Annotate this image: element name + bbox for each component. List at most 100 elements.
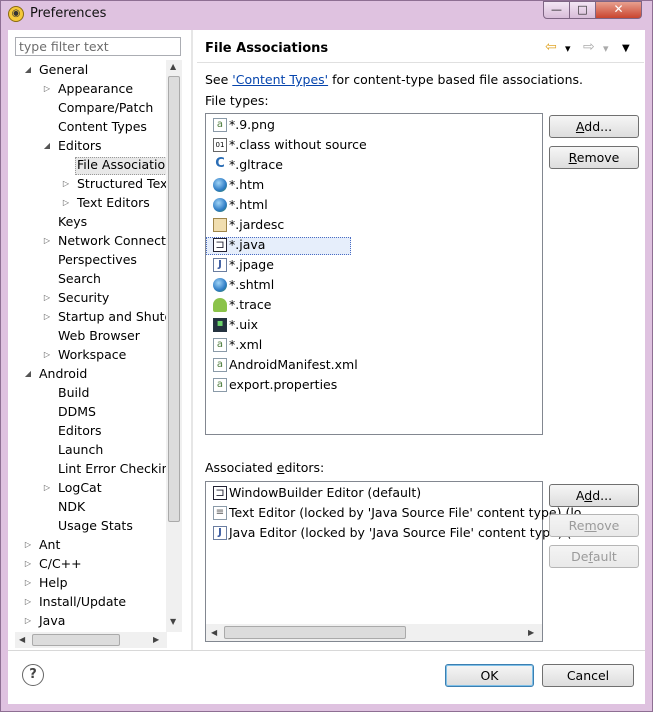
generic-file-icon: a: [213, 378, 227, 392]
windowbuilder-icon: ⊐: [213, 238, 227, 252]
hint-suffix: for content-type based file associations…: [328, 72, 583, 87]
tree-collapsed-icon[interactable]: ▷: [61, 194, 71, 212]
tree-item-label: Startup and Shutdown: [58, 309, 167, 324]
tree-item-label: NDK: [58, 499, 86, 514]
scroll-left-arrow-icon[interactable]: ◀: [211, 628, 217, 637]
tree-item-label: Text Editors: [77, 195, 150, 210]
header-separator: [197, 62, 644, 63]
add-file-type-button[interactable]: Add...: [549, 115, 639, 138]
tree-expanded-icon[interactable]: ◢: [23, 365, 33, 383]
minimize-button[interactable]: —: [543, 1, 570, 19]
class-file-icon: 01: [213, 138, 227, 152]
back-dropdown-icon[interactable]: ▾: [565, 42, 571, 55]
page-title: File Associations: [205, 41, 329, 56]
tree-item-label: Help: [39, 575, 68, 590]
eclipse-icon: ◉: [8, 6, 24, 22]
tree-item-label: Perspectives: [58, 252, 137, 267]
forward-dropdown-icon[interactable]: ▾: [603, 42, 609, 55]
cancel-button[interactable]: Cancel: [542, 664, 634, 687]
jar-icon: [213, 218, 227, 232]
scroll-right-arrow-icon[interactable]: ▶: [528, 628, 534, 637]
tree-expanded-icon[interactable]: ◢: [42, 137, 52, 155]
tree-item-label: Editors: [58, 138, 102, 153]
file-type-item-label: *.htm: [229, 177, 265, 192]
file-type-item-label: *.html: [229, 197, 268, 212]
java-file-icon: J: [213, 526, 227, 540]
ok-button[interactable]: OK: [445, 664, 534, 687]
maximize-button[interactable]: □: [569, 1, 596, 19]
scroll-left-arrow-icon[interactable]: ◀: [19, 635, 25, 644]
scroll-right-arrow-icon[interactable]: ▶: [153, 635, 159, 644]
tree-collapsed-icon[interactable]: ▷: [23, 574, 33, 592]
tree-collapsed-icon[interactable]: ▷: [23, 555, 33, 573]
tree-collapsed-icon[interactable]: ▷: [42, 232, 52, 250]
tree-item-label: Lint Error Checking: [58, 461, 167, 476]
back-arrow-icon[interactable]: ⇦: [545, 39, 557, 55]
tree-item-label: DDMS: [58, 404, 96, 419]
tree-item-label: Web Browser: [58, 328, 140, 343]
globe-icon: [213, 278, 227, 292]
editor-item-label: Text Editor (locked by 'Java Source File…: [229, 505, 582, 520]
file-type-item-label: *.jpage: [229, 257, 274, 272]
filter-input[interactable]: type filter text: [15, 37, 181, 56]
scroll-up-arrow-icon[interactable]: ▲: [170, 62, 176, 71]
java-file-icon: J: [213, 258, 227, 272]
tree-collapsed-icon[interactable]: ▷: [23, 612, 33, 630]
file-type-item-label: *.xml: [229, 337, 263, 352]
tree-item-label: File Associations: [77, 157, 167, 172]
tree-item-label: C/C++: [39, 556, 82, 571]
preferences-tree[interactable]: ◢ General ▷ Appearance Compare/Patch Content …: [15, 60, 167, 632]
tree-collapsed-icon[interactable]: ▷: [23, 593, 33, 611]
uix-icon: ▪: [213, 318, 227, 332]
generic-file-icon: a: [213, 358, 227, 372]
tree-collapsed-icon[interactable]: ▷: [42, 308, 52, 326]
tree-item-label: Build: [58, 385, 90, 400]
tree-item-label: Launch: [58, 442, 104, 457]
generic-file-icon: a: [213, 118, 227, 132]
tree-collapsed-icon[interactable]: ▷: [42, 346, 52, 364]
file-type-item-label: *.9.png: [229, 117, 275, 132]
globe-icon: [213, 198, 227, 212]
file-type-item-label: *.class without source: [229, 137, 367, 152]
text-file-icon: ≡: [213, 506, 227, 520]
tree-item-label: Appearance: [58, 81, 134, 96]
editor-item-label: WindowBuilder Editor (default): [229, 485, 422, 500]
tree-item-label: Workspace: [58, 347, 127, 362]
add-editor-button[interactable]: Add...: [549, 484, 639, 507]
default-editor-button[interactable]: Default: [549, 545, 639, 568]
file-type-item-label: *.uix: [229, 317, 259, 332]
bottom-separator: [8, 650, 645, 651]
file-type-item-label: export.properties: [229, 377, 338, 392]
file-type-item-label: AndroidManifest.xml: [229, 357, 358, 372]
tree-collapsed-icon[interactable]: ▷: [42, 479, 52, 497]
panel-sash[interactable]: [191, 30, 193, 650]
tree-item-label: LogCat: [58, 480, 102, 495]
tree-collapsed-icon[interactable]: ▷: [42, 289, 52, 307]
globe-icon: [213, 178, 227, 192]
tree-vertical-scroll-thumb[interactable]: [168, 76, 180, 522]
tree-horizontal-scroll-thumb[interactable]: [32, 634, 120, 646]
forward-arrow-icon[interactable]: ⇨: [583, 39, 595, 55]
remove-file-type-button[interactable]: Remove: [549, 146, 639, 169]
editors-horizontal-scroll-thumb[interactable]: [224, 626, 406, 639]
tree-item-label: Editors: [58, 423, 102, 438]
view-menu-icon[interactable]: ▼: [622, 43, 630, 54]
android-icon: [213, 298, 227, 312]
file-type-item-label: *.trace: [229, 297, 272, 312]
tree-item-label: Android: [39, 366, 88, 381]
scroll-down-arrow-icon[interactable]: ▼: [170, 617, 176, 626]
tree-collapsed-icon[interactable]: ▷: [23, 536, 33, 554]
windowbuilder-icon: ⊐: [213, 486, 227, 500]
close-button[interactable]: ✕: [595, 1, 642, 19]
content-types-link[interactable]: 'Content Types': [232, 72, 328, 87]
tree-item-label: General: [39, 62, 89, 77]
tree-collapsed-icon[interactable]: ▷: [61, 175, 71, 193]
tree-expanded-icon[interactable]: ◢: [23, 61, 33, 79]
tree-collapsed-icon[interactable]: ▷: [42, 80, 52, 98]
remove-editor-button[interactable]: Remove: [549, 514, 639, 537]
tree-item-label: Content Types: [58, 119, 147, 134]
window-title: Preferences: [30, 6, 107, 21]
help-button[interactable]: ?: [22, 664, 44, 686]
file-type-item-label: *.java: [229, 237, 266, 252]
tree-item-label: Keys: [58, 214, 88, 229]
